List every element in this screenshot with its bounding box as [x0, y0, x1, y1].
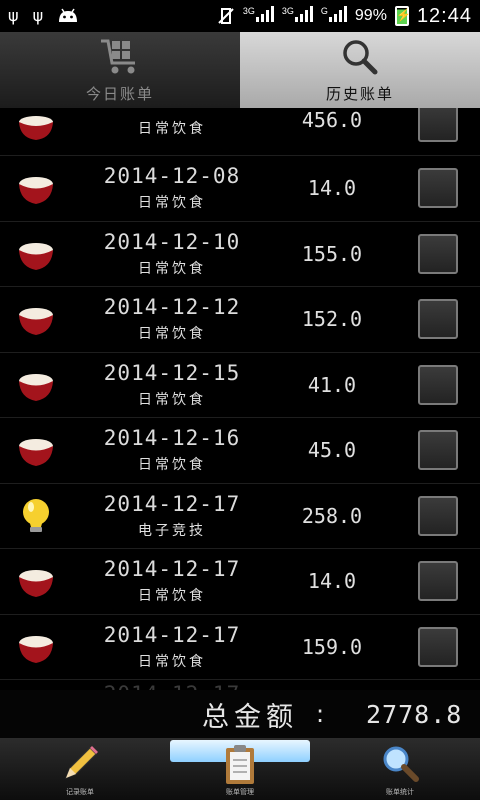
record-info: 2014-12-17 日常饮食 — [92, 557, 252, 605]
record-date: 2014-12-15 — [103, 360, 241, 385]
clock: 12:44 — [416, 4, 472, 27]
rice-bowl-icon — [19, 242, 53, 270]
list-item[interactable]: 2014-12-08 日常饮食 14.0 — [0, 156, 480, 222]
record-amount: 258.0 — [301, 503, 363, 528]
record-info: 日常饮食 — [92, 114, 252, 138]
list-item[interactable]: 2014-12-15 日常饮食 41.0 — [0, 353, 480, 418]
record-checkbox[interactable] — [418, 561, 458, 602]
record-checkbox[interactable] — [418, 108, 458, 142]
pencil-icon — [65, 746, 98, 779]
record-info: 2014-12-15 日常饮食 — [92, 361, 252, 409]
rice-bowl-icon — [19, 308, 53, 336]
list-item[interactable]: 2014-12-10 日常饮食 155.0 — [0, 222, 480, 287]
nav-record-bill[interactable]: 记录账单 — [0, 738, 160, 800]
record-amount: 14.0 — [307, 569, 357, 594]
record-checkbox[interactable] — [418, 626, 458, 667]
record-amount: 155.0 — [301, 241, 363, 266]
record-checkbox[interactable] — [418, 233, 458, 274]
record-category: 日常饮食 — [138, 391, 206, 408]
record-info: 2014-12-10 日常饮食 — [92, 230, 252, 278]
record-info: 2014-12-16 日常饮食 — [92, 426, 252, 474]
tab-label: 历史账单 — [325, 85, 394, 103]
record-category: 日常饮食 — [138, 326, 206, 343]
cart-icon — [101, 39, 135, 74]
record-amount: 41.0 — [307, 372, 357, 397]
battery-percent: 99% — [354, 7, 387, 24]
rice-bowl-icon — [19, 177, 53, 205]
record-checkbox[interactable] — [418, 299, 458, 340]
total-label: 总金额 — [202, 701, 298, 733]
record-amount: 45.0 — [307, 438, 357, 463]
vibrate-off-icon — [218, 8, 234, 24]
record-checkbox[interactable] — [418, 495, 458, 536]
total-colon: : — [316, 700, 325, 728]
record-date: 2014-12-17 — [103, 491, 241, 516]
record-date: 2014-12-16 — [103, 426, 241, 451]
nav-bill-manage[interactable]: 账单管理 — [160, 738, 320, 800]
total-bar: 总金额 : 2778.8 — [0, 690, 480, 738]
rice-bowl-icon — [19, 373, 53, 401]
record-amount: 159.0 — [301, 634, 363, 659]
usb-icon: ψ — [8, 6, 19, 25]
record-date: 2014-12-12 — [103, 295, 241, 320]
status-bar: ψ ψ 3G 3G G 99% 12:44 — [0, 0, 480, 32]
record-info: 2014-12-17 电子竞技 — [92, 492, 252, 540]
total-value: 2778.8 — [366, 699, 463, 729]
tab-history-bill[interactable]: 历史账单 — [240, 32, 480, 108]
magnifier-icon — [343, 40, 378, 75]
list-item[interactable]: 2014-12-17 电子竞技 258.0 — [0, 484, 480, 549]
record-category: 电子竞技 — [138, 522, 206, 539]
tab-bar: 今日账单 历史账单 — [0, 32, 480, 108]
record-category: 日常饮食 — [138, 457, 206, 474]
bill-history-list[interactable]: 日常饮食 456.0 2014-12-08 日常饮食 14.0 2014-12-… — [0, 108, 480, 698]
list-item[interactable]: 2014-12-12 日常饮食 152.0 — [0, 287, 480, 353]
list-item[interactable]: 2014-12-17 日常饮食 159.0 — [0, 615, 480, 680]
nav-bill-stats[interactable]: 账单统计 — [320, 738, 480, 800]
nav-label: 账单统计 — [386, 788, 414, 796]
rice-bowl-icon — [19, 439, 53, 467]
record-category: 日常饮食 — [138, 121, 206, 137]
record-date: 2014-12-17 — [103, 557, 241, 582]
rice-bowl-icon — [19, 116, 53, 140]
record-checkbox[interactable] — [418, 430, 458, 471]
rice-bowl-icon — [19, 570, 53, 598]
rice-bowl-icon — [19, 635, 53, 663]
record-category: 日常饮食 — [138, 260, 206, 277]
signal-3: G — [321, 5, 347, 27]
nav-label: 记录账单 — [66, 788, 94, 796]
android-icon — [59, 8, 78, 22]
record-info: 2014-12-17 日常饮食 — [92, 623, 252, 671]
record-info: 2014-12-08 日常饮食 — [92, 164, 252, 212]
usb-icon: ψ — [32, 6, 44, 25]
signal-1: 3G — [243, 5, 274, 27]
record-category: 日常饮食 — [138, 195, 206, 212]
record-amount: 456.0 — [301, 108, 363, 132]
record-checkbox[interactable] — [418, 168, 458, 209]
record-date: 2014-12-08 — [103, 164, 241, 189]
record-amount: 14.0 — [307, 176, 357, 201]
tab-label: 今日账单 — [85, 85, 154, 103]
record-category: 日常饮食 — [138, 653, 206, 670]
battery-charging-icon — [394, 6, 411, 26]
clipboard-icon — [226, 745, 254, 784]
signal-2: 3G — [282, 5, 313, 27]
magnifier-icon — [383, 746, 419, 782]
light-bulb-icon — [23, 498, 49, 532]
record-checkbox[interactable] — [418, 364, 458, 405]
record-amount: 152.0 — [301, 307, 363, 332]
bottom-nav: 记录账单 账单管理 账单统计 — [0, 738, 480, 800]
list-item[interactable]: 日常饮食 456.0 — [0, 108, 480, 156]
tab-today-bill[interactable]: 今日账单 — [0, 32, 240, 108]
list-item[interactable]: 2014-12-17 日常饮食 14.0 — [0, 549, 480, 615]
record-category: 日常饮食 — [138, 588, 206, 605]
record-date: 2014-12-10 — [103, 229, 241, 254]
nav-label: 账单管理 — [226, 788, 254, 796]
record-info: 2014-12-12 日常饮食 — [92, 295, 252, 343]
record-date: 2014-12-17 — [103, 622, 241, 647]
list-item[interactable]: 2014-12-16 日常饮食 45.0 — [0, 418, 480, 484]
